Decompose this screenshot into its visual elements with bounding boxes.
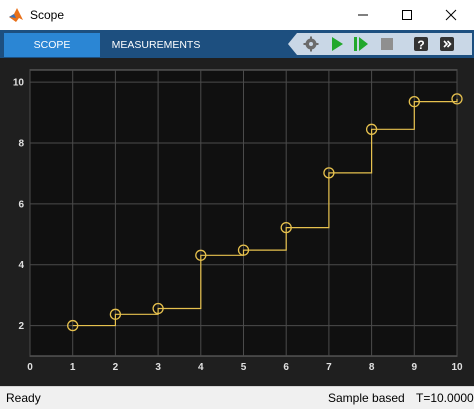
scope-display: 0 1 2 3 4 5 6 7 8 9 10 2 4 6 8 10	[0, 58, 474, 386]
svg-text:?: ?	[417, 38, 424, 52]
settings-icon	[303, 36, 319, 52]
tab-measurements[interactable]: MEASUREMENTS	[102, 33, 210, 57]
more-button[interactable]	[438, 35, 456, 53]
maximize-icon	[402, 10, 412, 20]
quick-tools: ?	[288, 33, 472, 55]
minimize-icon	[358, 14, 368, 16]
status-time: T=10.0000	[416, 391, 474, 405]
more-icon	[440, 37, 454, 51]
maximize-button[interactable]	[385, 0, 429, 30]
y-tick-label: 10	[13, 78, 25, 89]
close-icon	[445, 9, 457, 21]
status-bar: Ready Sample based T=10.0000	[0, 386, 474, 409]
run-icon	[332, 37, 343, 51]
step-forward-button[interactable]	[352, 35, 370, 53]
status-ready: Ready	[6, 391, 41, 405]
help-button[interactable]: ?	[412, 35, 430, 53]
scope-plot[interactable]: 0 1 2 3 4 5 6 7 8 9 10 2 4 6 8 10	[0, 58, 474, 386]
y-tick-label: 2	[18, 321, 24, 332]
window-title: Scope	[30, 8, 65, 22]
settings-button[interactable]	[302, 35, 320, 53]
x-tick-label: 7	[326, 362, 332, 373]
x-tick-label: 10	[451, 362, 463, 373]
x-tick-label: 3	[155, 362, 161, 373]
x-tick-label: 4	[198, 362, 204, 373]
y-tick-label: 4	[18, 260, 24, 271]
toolstrip: SCOPE MEASUREMENTS ?	[0, 30, 474, 58]
x-tick-label: 5	[241, 362, 247, 373]
close-button[interactable]	[429, 0, 473, 30]
run-button[interactable]	[328, 35, 346, 53]
stop-icon	[381, 38, 393, 50]
x-tick-label: 9	[412, 362, 418, 373]
status-sample-mode: Sample based	[328, 391, 405, 405]
x-tick-label: 1	[70, 362, 76, 373]
x-tick-label: 6	[283, 362, 289, 373]
x-tick-label: 2	[113, 362, 119, 373]
y-tick-label: 6	[18, 199, 24, 210]
help-icon: ?	[414, 37, 428, 52]
matlab-logo-icon	[9, 8, 23, 22]
x-tick-label: 0	[27, 362, 33, 373]
step-forward-icon	[354, 37, 368, 51]
title-bar: Scope	[0, 0, 474, 30]
stop-button[interactable]	[378, 35, 396, 53]
y-tick-label: 8	[18, 139, 24, 150]
x-tick-label: 8	[369, 362, 375, 373]
minimize-button[interactable]	[341, 0, 385, 30]
tab-scope[interactable]: SCOPE	[4, 33, 100, 57]
